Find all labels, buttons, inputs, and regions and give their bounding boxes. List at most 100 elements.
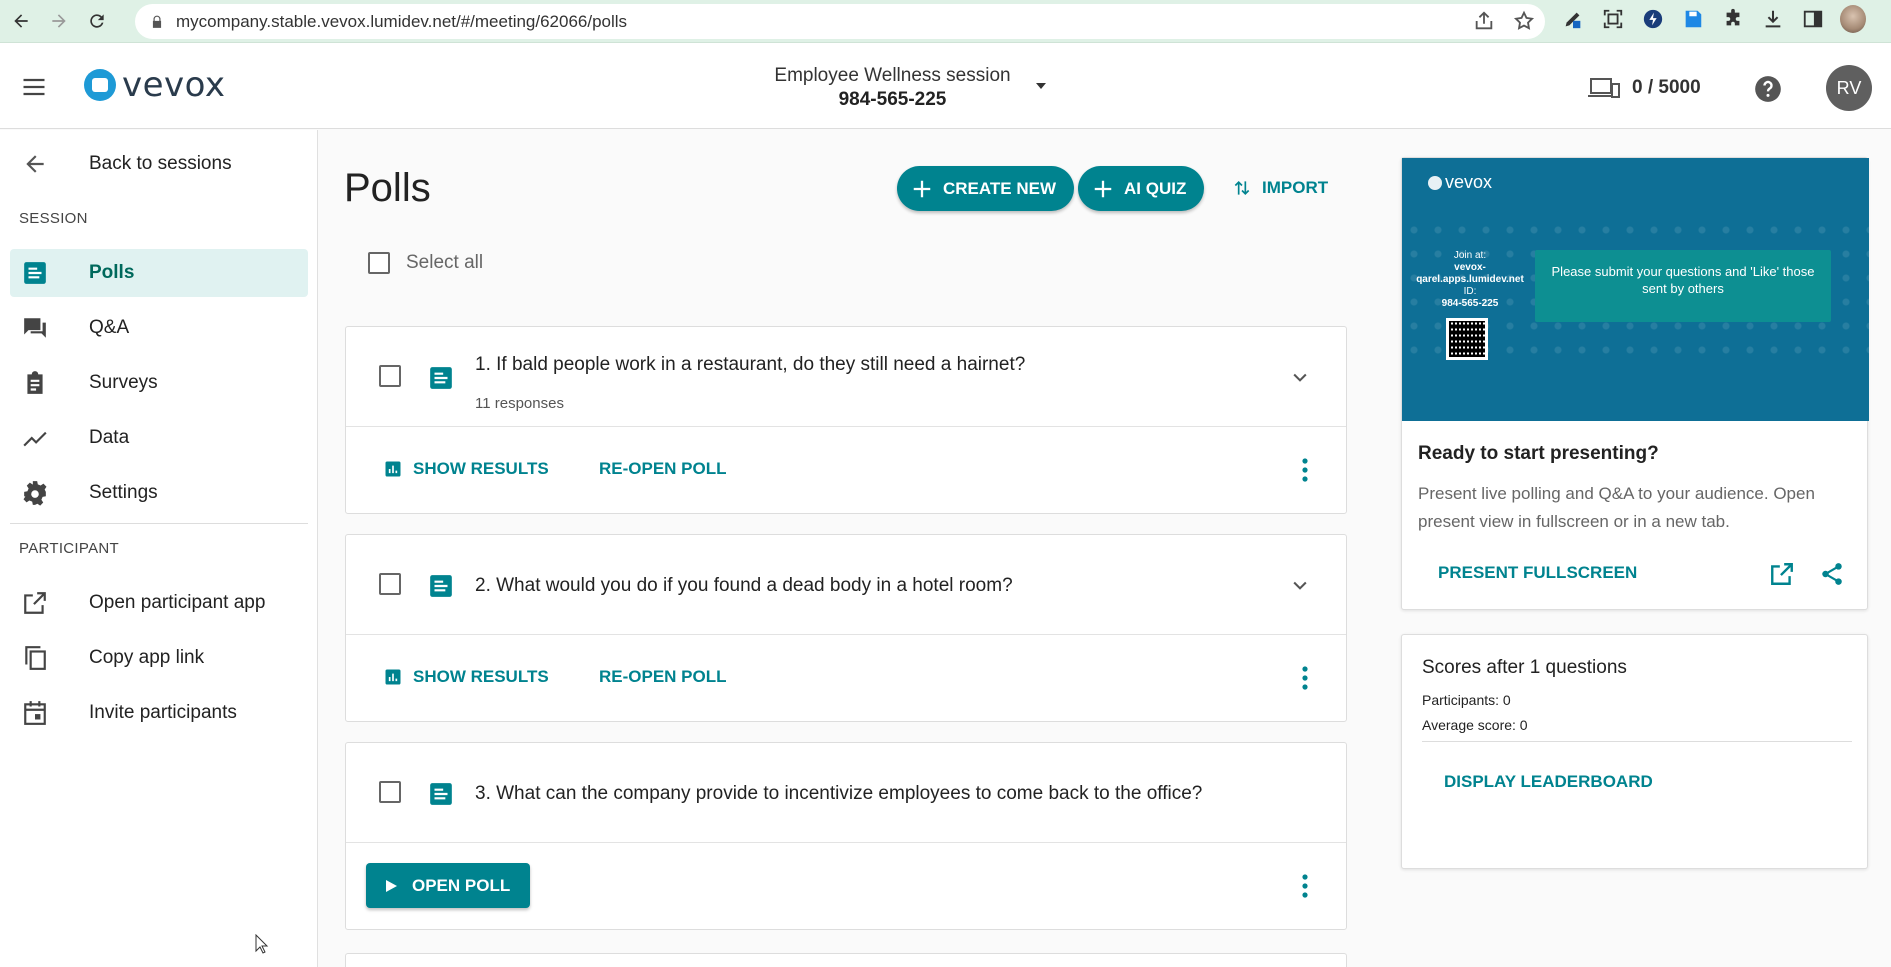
devices-icon [1588, 78, 1620, 98]
reload-icon[interactable] [80, 4, 114, 38]
trend-icon [22, 425, 48, 451]
sidebar-item-qa[interactable]: Q&A [10, 304, 308, 352]
poll-checkbox[interactable] [379, 365, 401, 387]
scores-title: Scores after 1 questions [1422, 657, 1627, 678]
profile-avatar-icon[interactable] [1840, 5, 1866, 33]
sidebar-item-label: Settings [89, 482, 158, 503]
poll-checkbox[interactable] [379, 573, 401, 595]
session-name: Employee Wellness session [774, 65, 1011, 86]
open-external-icon [22, 590, 48, 616]
qr-code [1446, 318, 1488, 360]
poll-checkbox[interactable] [379, 781, 401, 803]
ai-quiz-button[interactable]: AI QUIZ [1078, 166, 1205, 211]
select-all-checkbox[interactable] [368, 252, 390, 274]
chevron-down-icon[interactable] [1290, 575, 1310, 595]
sidebar: Back to sessions SESSION Polls Q&A Surve… [0, 130, 318, 967]
copy-app-link[interactable]: Copy app link [10, 634, 308, 682]
caret-down-icon[interactable] [1036, 83, 1046, 89]
copy-icon [22, 645, 48, 671]
present-card: vevox Join at: vevox-qarel.apps.lumidev.… [1401, 157, 1869, 610]
device-count-text: 0 / 5000 [1632, 77, 1701, 98]
select-all-label: Select all [406, 252, 484, 273]
poll-icon [430, 783, 452, 805]
poll-question[interactable]: 1. If bald people work in a restaurant, … [475, 354, 1025, 376]
import-arrows-icon [1234, 180, 1250, 196]
back-arrow-icon[interactable] [4, 4, 38, 38]
bookmark-star-icon[interactable] [1513, 10, 1535, 32]
pen-extension-icon[interactable] [1560, 6, 1586, 32]
import-button[interactable]: IMPORT [1232, 178, 1328, 198]
create-new-button[interactable]: CREATE NEW [897, 166, 1075, 211]
sidebar-item-settings[interactable]: Settings [10, 469, 308, 517]
more-vert-icon[interactable] [1302, 665, 1308, 691]
sidebar-item-surveys[interactable]: Surveys [10, 359, 308, 407]
share-page-icon[interactable] [1473, 10, 1495, 32]
more-vert-icon[interactable] [1302, 457, 1308, 483]
sidebar-item-label: Open participant app [89, 592, 266, 613]
preview-logo-text: vevox [1445, 172, 1493, 192]
forward-arrow-icon[interactable] [42, 4, 76, 38]
preview-join-info: Join at: vevox-qarel.apps.lumidev.net ID… [1410, 250, 1530, 310]
user-avatar[interactable]: RV [1826, 65, 1872, 111]
display-leaderboard-button[interactable]: DISPLAY LEADERBOARD [1444, 772, 1653, 792]
address-bar[interactable]: mycompany.stable.vevox.lumidev.net/#/mee… [135, 4, 1545, 39]
preview-id: 984-565-225 [1441, 298, 1499, 309]
app-header: vevox Employee Wellness session 984-565-… [0, 43, 1891, 129]
browser-toolbar: mycompany.stable.vevox.lumidev.net/#/mee… [0, 0, 1891, 43]
mouse-cursor-icon [255, 934, 269, 954]
vevox-logo-icon [84, 69, 116, 101]
import-label: IMPORT [1262, 178, 1329, 197]
poll-card: 2. What would you do if you found a dead… [345, 534, 1347, 722]
poll-question[interactable]: 3. What can the company provide to incen… [475, 783, 1202, 805]
bar-chart-icon [385, 461, 401, 477]
sidebar-item-data[interactable]: Data [10, 414, 308, 462]
poll-icon [430, 367, 452, 389]
invite-participants-link[interactable]: Invite participants [10, 689, 308, 737]
show-results-button[interactable]: SHOW RESULTS [383, 667, 549, 687]
screenshot-extension-icon[interactable] [1600, 6, 1626, 32]
back-to-sessions-label: Back to sessions [89, 153, 232, 174]
create-new-label: CREATE NEW [943, 178, 1057, 198]
reopen-poll-label: RE-OPEN POLL [599, 667, 727, 686]
open-poll-button[interactable]: OPEN POLL [366, 863, 531, 908]
vevox-logo-icon [1428, 175, 1442, 190]
preview-id-label: ID: [1463, 286, 1477, 297]
back-to-sessions-link[interactable]: Back to sessions [10, 140, 308, 188]
poll-icon [22, 260, 48, 286]
menu-icon[interactable] [20, 73, 48, 101]
poll-question[interactable]: 2. What would you do if you found a dead… [475, 575, 1013, 597]
forum-icon [22, 315, 48, 341]
show-results-button[interactable]: SHOW RESULTS [383, 459, 549, 479]
reopen-poll-button[interactable]: RE-OPEN POLL [599, 667, 727, 687]
present-preview[interactable]: vevox Join at: vevox-qarel.apps.lumidev.… [1402, 158, 1869, 421]
more-vert-icon[interactable] [1302, 873, 1308, 899]
select-all-control[interactable]: Select all [368, 252, 483, 274]
reopen-poll-label: RE-OPEN POLL [599, 459, 727, 478]
sidebar-item-polls[interactable]: Polls [10, 249, 308, 297]
save-extension-icon[interactable] [1680, 6, 1706, 32]
session-heading: SESSION [19, 210, 88, 227]
poll-response-count: 11 responses [475, 395, 564, 412]
ai-quiz-label: AI QUIZ [1124, 178, 1187, 198]
chevron-down-icon[interactable] [1290, 367, 1310, 387]
calendar-icon [22, 700, 48, 726]
download-icon[interactable] [1760, 6, 1786, 32]
open-participant-app-link[interactable]: Open participant app [10, 579, 308, 627]
device-count: 0 / 5000 [1588, 76, 1701, 100]
present-fullscreen-button[interactable]: PRESENT FULLSCREEN [1438, 563, 1637, 583]
puzzle-extension-icon[interactable] [1720, 6, 1746, 32]
arrow-back-icon [22, 151, 48, 177]
present-fullscreen-label: PRESENT FULLSCREEN [1438, 563, 1638, 582]
display-leaderboard-label: DISPLAY LEADERBOARD [1444, 772, 1653, 791]
lock-icon [152, 15, 162, 28]
open-new-tab-icon[interactable] [1769, 561, 1795, 587]
poll-card: 3. What can the company provide to incen… [345, 742, 1347, 930]
side-panel-icon[interactable] [1800, 6, 1826, 32]
vevox-logo[interactable]: vevox [84, 65, 226, 105]
session-selector[interactable]: Employee Wellness session 984-565-225 [700, 65, 1085, 111]
sidebar-item-label: Copy app link [89, 647, 205, 668]
shield-extension-icon[interactable] [1640, 6, 1666, 32]
share-icon[interactable] [1819, 561, 1845, 587]
help-icon[interactable] [1754, 75, 1782, 103]
reopen-poll-button[interactable]: RE-OPEN POLL [599, 459, 727, 479]
